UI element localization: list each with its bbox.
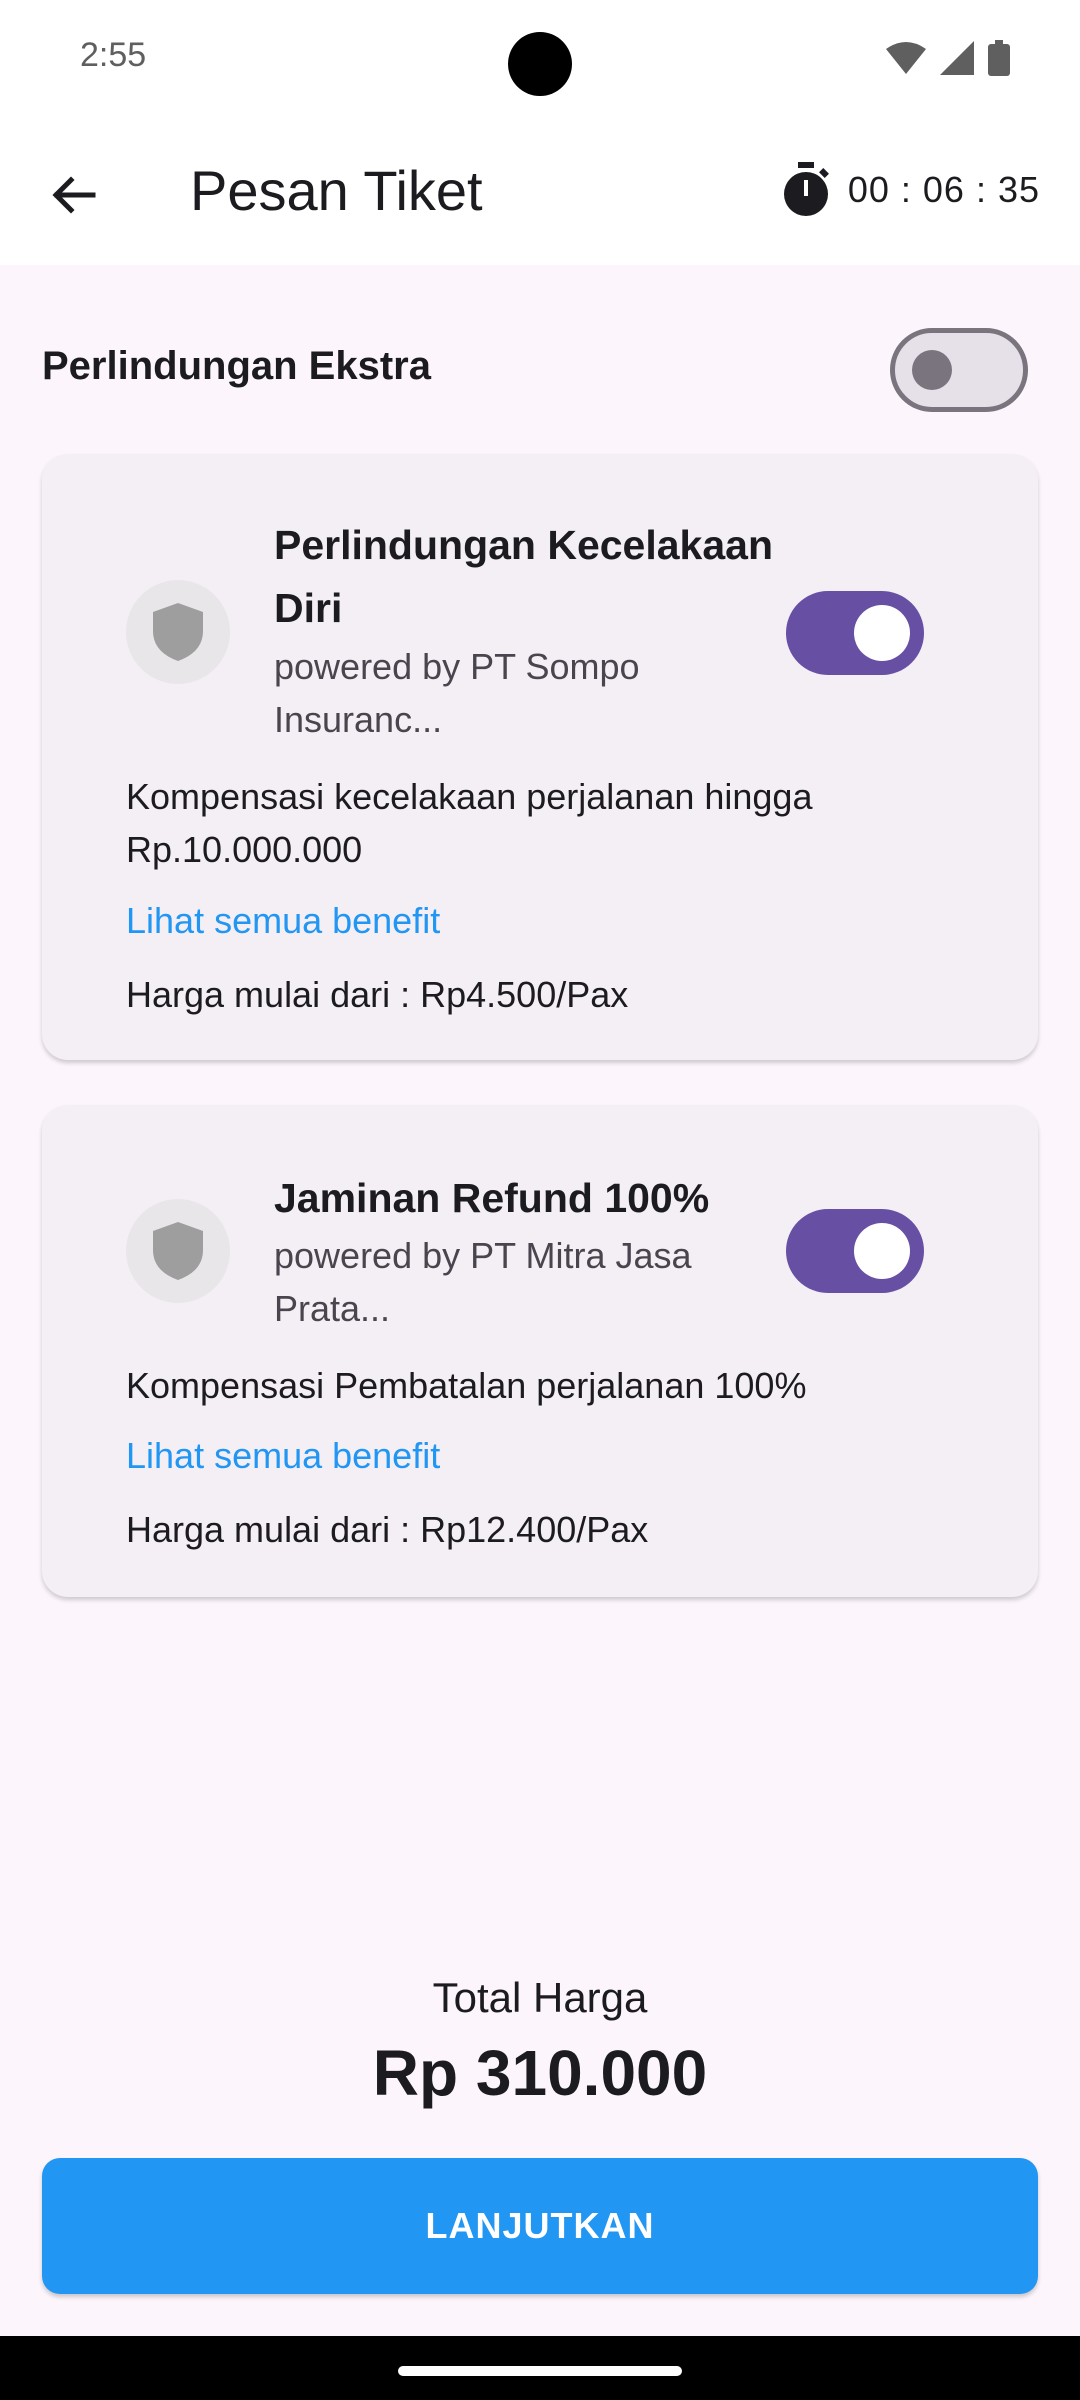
product-title: Perlindungan Kecelakaan Diri: [274, 522, 774, 631]
battery-icon: [988, 40, 1010, 76]
wifi-icon: [886, 42, 926, 74]
toggle-knob: [854, 605, 910, 661]
total-price-value: Rp 310.000: [372, 2037, 708, 2109]
shield-icon-badge: [126, 1199, 230, 1303]
back-button[interactable]: [28, 150, 118, 240]
see-benefits-link[interactable]: Lihat semua benefit: [126, 900, 440, 942]
refund-guarantee-toggle[interactable]: [786, 1209, 924, 1293]
product-description: Kompensasi Pembatalan perjalanan 100%: [126, 1365, 807, 1406]
product-provider: powered by PT Sompo Insuranc...: [274, 646, 640, 740]
status-icons: [886, 38, 1010, 78]
extra-protection-toggle[interactable]: [890, 328, 1028, 412]
see-benefits-link[interactable]: Lihat semua benefit: [126, 1435, 440, 1477]
status-bar: 2:55: [0, 0, 1080, 120]
timer-text: 00 : 06 : 35: [847, 169, 1040, 210]
camera-cutout: [508, 32, 572, 96]
status-time: 2:55: [80, 36, 147, 74]
product-price: Harga mulai dari : Rp4.500/Pax: [126, 974, 629, 1015]
toggle-knob: [912, 350, 952, 390]
extra-protection-title: Perlindungan Ekstra: [42, 344, 431, 388]
page-title: Pesan Tiket: [190, 159, 483, 222]
shield-icon-badge: [126, 580, 230, 684]
accident-protection-card: Perlindungan Kecelakaan Diri powered by …: [42, 454, 1038, 1060]
arrow-back-icon: [52, 176, 96, 214]
signal-icon: [940, 41, 974, 75]
toggle-knob: [854, 1223, 910, 1279]
refund-guarantee-card: Jaminan Refund 100% powered by PT Mitra …: [42, 1105, 1038, 1597]
shield-icon: [153, 603, 203, 661]
accident-protection-toggle[interactable]: [786, 591, 924, 675]
shield-icon: [153, 1222, 203, 1280]
home-indicator[interactable]: [398, 2366, 682, 2376]
product-title: Jaminan Refund 100%: [274, 1175, 710, 1221]
product-provider: powered by PT Mitra Jasa Prata...: [274, 1235, 692, 1329]
countdown-timer: 00 : 06 : 35: [780, 162, 1040, 218]
app-bar: Pesan Tiket 00 : 06 : 35: [0, 120, 1080, 265]
total-price-label: Total Harga: [432, 1974, 648, 2021]
stopwatch-icon: [783, 162, 829, 216]
product-description: Kompensasi kecelakaan perjalanan hingga …: [126, 776, 813, 870]
product-price: Harga mulai dari : Rp12.400/Pax: [126, 1509, 649, 1550]
continue-button[interactable]: LANJUTKAN: [42, 2158, 1038, 2294]
